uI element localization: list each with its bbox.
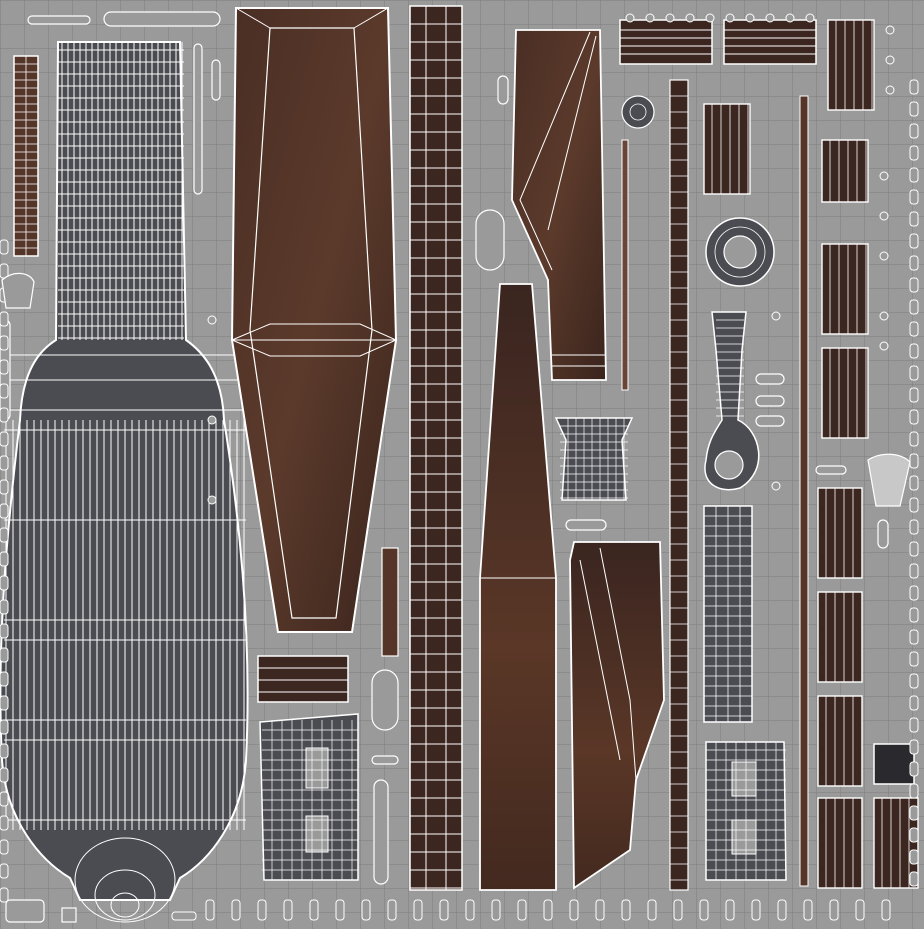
grid-panel-frame (703, 505, 753, 723)
uv-atlas-svg (0, 0, 924, 929)
buckle-mesh-right (705, 741, 787, 881)
cup-mesh (554, 417, 634, 501)
left-thin-strip (13, 55, 39, 257)
vertical-ladder-strip (409, 5, 463, 891)
uv-texture-atlas (0, 0, 924, 929)
buckle-mesh-left (259, 713, 359, 881)
